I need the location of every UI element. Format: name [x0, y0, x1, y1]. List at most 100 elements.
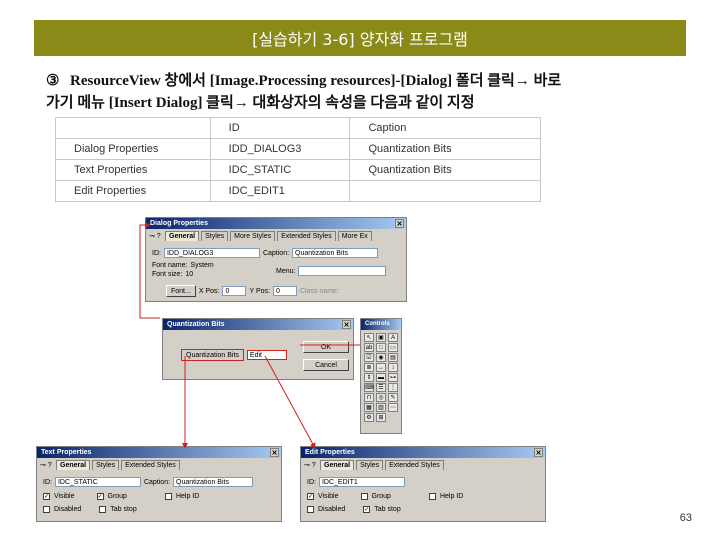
close-icon[interactable]: ✕: [270, 448, 279, 457]
tab-general[interactable]: General: [320, 460, 355, 470]
help-id-checkbox[interactable]: [428, 493, 436, 500]
tab-more-ex[interactable]: More Ex: [337, 231, 372, 241]
pin-icon[interactable]: ⊸ ?: [40, 461, 54, 469]
progress-tool-icon[interactable]: ▬: [376, 373, 386, 382]
table-cell: Quantization Bits: [349, 159, 541, 181]
id-field[interactable]: IDD_DIALOG3: [163, 248, 260, 258]
ip-address-tool-icon[interactable]: ⋯: [388, 403, 398, 412]
checkbox-label: Help ID: [439, 493, 464, 500]
controls-grid: ↖ ▣ A ab □ ▭ ☑ ◉ ▤ ≣ ↔ ↕ ⇕ ▬ ⊶ ⌨ ☰ ⋮ ⊓ ◎…: [361, 330, 401, 425]
cancel-button[interactable]: Cancel: [303, 359, 349, 371]
ypos-label: Y Pos:: [249, 287, 270, 295]
button-tool-icon[interactable]: ▭: [388, 343, 398, 352]
checkbox-label: Tab stop: [110, 506, 137, 513]
tab-styles[interactable]: Styles: [356, 460, 384, 470]
tab-general[interactable]: General: [56, 460, 91, 470]
checkbox-label: Help ID: [175, 493, 200, 500]
font-button[interactable]: Font...: [166, 285, 196, 297]
combo-box-tool-icon[interactable]: ▤: [388, 353, 398, 362]
id-label: ID:: [307, 478, 316, 486]
checkbox-tool-icon[interactable]: ☑: [364, 353, 374, 362]
properties-table: ID Caption Dialog Properties IDD_DIALOG3…: [55, 117, 541, 202]
animate-tool-icon[interactable]: ◎: [376, 393, 386, 402]
step-line-2: 가기 메뉴 [Insert Dialog] 클릭→ 대화상자의 속성을 다음과 …: [46, 95, 475, 111]
window-title: Edit Properties: [305, 449, 355, 456]
id-field[interactable]: IDC_STATIC: [54, 477, 141, 487]
radio-tool-icon[interactable]: ◉: [376, 353, 386, 362]
tree-control-tool-icon[interactable]: ⋮: [388, 383, 398, 392]
rich-edit-tool-icon[interactable]: ✎: [388, 393, 398, 402]
checkbox-label: Disabled: [318, 506, 346, 513]
tab-extended-styles[interactable]: Extended Styles: [121, 460, 180, 470]
spin-tool-icon[interactable]: ⇕: [364, 373, 374, 382]
xpos-field[interactable]: 0: [222, 286, 247, 296]
ok-button[interactable]: OK: [303, 341, 349, 353]
text-properties-titlebar: Text Properties ✕: [37, 447, 281, 458]
caption-field[interactable]: Quantization Bits: [173, 477, 254, 487]
menu-field[interactable]: [298, 266, 387, 276]
tab-extended-styles[interactable]: Extended Styles: [277, 231, 336, 241]
pin-icon[interactable]: ⊸ ?: [304, 461, 318, 469]
group-box-tool-icon[interactable]: □: [376, 343, 386, 352]
edit-control[interactable]: Edit: [246, 350, 287, 360]
step-number: ③: [46, 73, 60, 89]
extended-combo-tool-icon[interactable]: ⊞: [376, 413, 386, 422]
slide-title: [실습하기 3-6] 양자화 프로그램: [252, 30, 468, 49]
window-title: Text Properties: [41, 449, 92, 456]
xpos-label: X Pos:: [198, 287, 220, 295]
visible-checkbox[interactable]: ✓: [43, 493, 50, 500]
pin-icon[interactable]: ⊸ ?: [149, 232, 163, 240]
font-name-value: System: [190, 262, 214, 269]
page-number: 63: [679, 512, 692, 524]
close-icon[interactable]: ✕: [395, 219, 404, 228]
window-title: Controls: [365, 321, 390, 327]
table-cell: IDC_STATIC: [209, 159, 351, 181]
tab-control-tool-icon[interactable]: ⊓: [364, 393, 374, 402]
picture-tool-icon[interactable]: ▣: [376, 333, 386, 342]
tab-styles[interactable]: Styles: [92, 460, 120, 470]
help-id-checkbox[interactable]: [164, 493, 172, 500]
table-cell: IDD_DIALOG3: [209, 138, 351, 160]
pointer-tool-icon[interactable]: ↖: [364, 333, 374, 342]
controls-toolbox: Controls ↖ ▣ A ab □ ▭ ☑ ◉ ▤ ≣ ↔ ↕ ⇕ ▬ ⊶ …: [360, 318, 402, 434]
ypos-field[interactable]: 0: [272, 286, 297, 296]
close-icon[interactable]: ✕: [534, 448, 543, 457]
visible-checkbox[interactable]: ✓: [307, 493, 314, 500]
close-icon[interactable]: ✕: [342, 320, 351, 329]
tab-styles[interactable]: Styles: [201, 231, 229, 241]
vscroll-tool-icon[interactable]: ↕: [388, 363, 398, 372]
hscroll-tool-icon[interactable]: ↔: [376, 363, 386, 372]
step-instruction: ③ ResourceView 창에서 [Image.Processing reso…: [46, 70, 696, 114]
group-checkbox[interactable]: [360, 493, 368, 500]
slider-tool-icon[interactable]: ⊶: [388, 373, 398, 382]
edit-properties-window: Edit Properties ✕ ⊸ ? General Styles Ext…: [300, 446, 546, 522]
tab-stop-checkbox[interactable]: [99, 506, 107, 513]
tab-bar: ⊸ ? General Styles Extended Styles: [301, 458, 545, 472]
caption-label: Caption:: [262, 249, 290, 257]
caption-field[interactable]: Quantization Bits: [292, 248, 379, 258]
checkbox-label: Disabled: [54, 506, 82, 513]
tab-general[interactable]: General: [165, 231, 200, 241]
step-line-1: ResourceView 창에서 [Image.Processing resou…: [70, 73, 562, 89]
tab-extended-styles[interactable]: Extended Styles: [385, 460, 444, 470]
tab-bar: ⊸ ? General Styles More Styles Extended …: [146, 229, 406, 243]
checkbox-label: Group: [371, 493, 391, 500]
group-checkbox[interactable]: ✓: [96, 493, 104, 500]
tab-more-styles[interactable]: More Styles: [230, 231, 276, 241]
disabled-checkbox[interactable]: [307, 506, 314, 513]
quantization-dialog-window: Quantization Bits ✕ Quantization Bits Ed…: [162, 318, 354, 380]
hotkey-tool-icon[interactable]: ⌨: [364, 383, 374, 392]
list-box-tool-icon[interactable]: ≣: [364, 363, 374, 372]
class-name-label: Class name:: [299, 287, 339, 295]
id-field[interactable]: IDC_EDIT1: [318, 477, 405, 487]
static-text-tool-icon[interactable]: A: [388, 333, 398, 342]
list-control-tool-icon[interactable]: ☰: [376, 383, 386, 392]
custom-control-tool-icon[interactable]: ⚙: [364, 413, 374, 422]
table-cell: Dialog Properties: [55, 138, 211, 160]
dialog-properties-window: Dialog Properties ✕ ⊸ ? General Styles M…: [145, 217, 407, 302]
tab-stop-checkbox[interactable]: ✓: [363, 506, 371, 513]
calendar-tool-icon[interactable]: ▥: [376, 403, 386, 412]
disabled-checkbox[interactable]: [43, 506, 50, 513]
date-picker-tool-icon[interactable]: ▦: [364, 403, 374, 412]
edit-box-tool-icon[interactable]: ab: [364, 343, 374, 352]
